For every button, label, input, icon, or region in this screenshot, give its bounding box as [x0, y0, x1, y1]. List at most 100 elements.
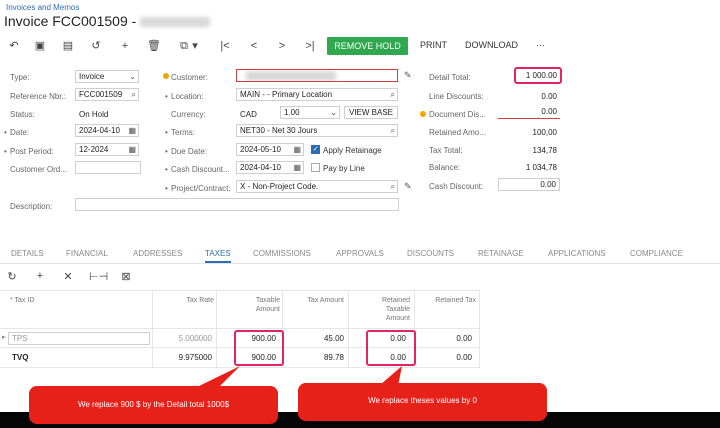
- grid-column-border: [152, 290, 153, 368]
- tab-details[interactable]: DETAILS: [11, 249, 44, 258]
- terms-input[interactable]: NET30 - Net 30 Jours ⌕: [236, 124, 398, 137]
- date-value: 2024-04-10: [79, 126, 120, 135]
- add-row-icon[interactable]: +: [33, 270, 47, 282]
- save-close-icon[interactable]: ▤: [60, 38, 76, 54]
- save-icon[interactable]: ▣: [32, 38, 48, 54]
- cash-discount-date-input[interactable]: 2024-04-10 ▦: [236, 161, 304, 174]
- delete-row-icon[interactable]: ✕: [61, 270, 75, 283]
- customer-order-label: Customer Ord...: [10, 165, 67, 174]
- location-value: MAIN - - Primary Location: [240, 90, 333, 99]
- pay-by-line-checkbox[interactable]: [311, 163, 320, 172]
- customer-name-blurred: [140, 17, 211, 28]
- col-header-tax-rate[interactable]: Tax Rate: [154, 296, 214, 305]
- tab-financial[interactable]: FINANCIAL: [66, 249, 108, 258]
- grid-row-border: [0, 367, 480, 368]
- tab-discounts[interactable]: DISCOUNTS: [407, 249, 454, 258]
- tab-retainage[interactable]: RETAINAGE: [478, 249, 524, 258]
- retained-amount-value: 100,00: [532, 128, 557, 137]
- warning-dot: [163, 73, 169, 79]
- chevron-down-icon: ⌄: [129, 72, 136, 81]
- search-icon[interactable]: ⌕: [391, 181, 395, 192]
- table-cell-retained-tax[interactable]: 0.00: [416, 334, 472, 343]
- retained-amount-label: Retained Amo...: [429, 128, 486, 137]
- taxable-amount-highlight: [234, 330, 284, 366]
- export-excel-icon[interactable]: ⊠: [119, 270, 133, 283]
- cash-discount-input[interactable]: 0.00: [498, 178, 560, 191]
- tab-taxes[interactable]: TAXES: [205, 249, 231, 263]
- table-cell-tax-amount[interactable]: 45.00: [284, 334, 344, 343]
- last-record-icon[interactable]: >|: [302, 38, 318, 54]
- type-select[interactable]: Invoice ⌄: [75, 70, 139, 83]
- table-cell-retained-tax[interactable]: 0.00: [416, 353, 472, 362]
- project-label: Project/Contract:: [165, 184, 231, 193]
- next-record-icon[interactable]: >: [274, 38, 290, 54]
- refresh-icon[interactable]: ↺: [88, 38, 104, 54]
- date-input[interactable]: 2024-04-10 ▦: [75, 124, 139, 137]
- grid-column-border: [348, 290, 349, 368]
- edit-icon[interactable]: ✎: [404, 181, 412, 192]
- calendar-icon[interactable]: ▦: [293, 162, 301, 173]
- undo-icon[interactable]: ↶: [6, 38, 22, 54]
- first-record-icon[interactable]: |<: [217, 38, 233, 54]
- currency-rate-select[interactable]: 1.00 ⌄: [280, 106, 340, 119]
- tab-applications[interactable]: APPLICATIONS: [548, 249, 606, 258]
- refresh-icon[interactable]: ↻: [5, 270, 19, 283]
- col-header-retained-tax[interactable]: Retained Tax: [416, 296, 476, 305]
- calendar-icon[interactable]: ▦: [128, 144, 136, 155]
- tab-compliance[interactable]: COMPLIANCE: [630, 249, 683, 258]
- col-header-taxable-amount[interactable]: Taxable Amount: [218, 296, 280, 314]
- search-icon[interactable]: ⌕: [391, 125, 395, 136]
- calendar-icon[interactable]: ▦: [293, 144, 301, 155]
- download-button[interactable]: DOWNLOAD: [465, 40, 518, 50]
- col-header-tax-id[interactable]: * Tax ID: [10, 296, 34, 305]
- due-date-input[interactable]: 2024-05-10 ▦: [236, 143, 304, 156]
- reference-label: Reference Nbr.:: [10, 92, 67, 101]
- toolbar: ↶ ▣ ▤ ↺ + 🗑 ⧉ ▾ |< < > >| REMOVE HOLD PR…: [0, 36, 720, 56]
- due-date-label: Due Date:: [165, 147, 207, 156]
- customer-input[interactable]: [236, 69, 398, 82]
- edit-icon[interactable]: ✎: [404, 70, 412, 81]
- remove-hold-button[interactable]: REMOVE HOLD: [327, 37, 408, 55]
- retained-taxable-highlight: [366, 330, 416, 366]
- table-cell-tax-rate[interactable]: 5.000000: [154, 334, 212, 343]
- search-icon[interactable]: ⌕: [391, 89, 395, 100]
- print-button[interactable]: PRINT: [420, 40, 447, 50]
- col-header-retained-taxable[interactable]: Retained Taxable Amount: [350, 296, 410, 323]
- customer-order-input[interactable]: [75, 161, 141, 174]
- project-input[interactable]: X - Non-Project Code. ⌕: [236, 180, 398, 193]
- detail-total-label: Detail Total:: [429, 73, 471, 82]
- tab-commissions[interactable]: COMMISSIONS: [253, 249, 311, 258]
- chevron-down-icon[interactable]: ▾: [190, 38, 200, 54]
- view-base-button[interactable]: VIEW BASE: [344, 106, 398, 119]
- apply-retainage-checkbox[interactable]: ✓: [311, 145, 320, 154]
- tab-approvals[interactable]: APPROVALS: [336, 249, 384, 258]
- col-header-tax-amount[interactable]: Tax Amount: [284, 296, 344, 305]
- previous-record-icon[interactable]: <: [246, 38, 262, 54]
- description-label: Description:: [10, 202, 53, 211]
- location-input[interactable]: MAIN - - Primary Location ⌕: [236, 88, 398, 101]
- more-menu-button[interactable]: ···: [536, 40, 545, 50]
- document-discount-input[interactable]: 0.00: [498, 106, 560, 119]
- table-cell-tax-id[interactable]: TVQ: [12, 353, 28, 362]
- post-period-label: Post Period:: [4, 147, 54, 156]
- fit-columns-icon[interactable]: ⊢⊣: [89, 270, 108, 283]
- breadcrumb[interactable]: Invoices and Memos: [6, 3, 79, 12]
- description-input[interactable]: [75, 198, 399, 211]
- table-row-tax-id-input[interactable]: TPS: [8, 332, 150, 345]
- col-header-line: Amount: [255, 306, 280, 313]
- add-icon[interactable]: +: [117, 38, 133, 54]
- table-cell-tax-rate[interactable]: 9.975000: [154, 353, 212, 362]
- status-value: On Hold: [79, 110, 109, 119]
- balance-label: Balance:: [429, 163, 461, 172]
- delete-icon[interactable]: 🗑: [146, 38, 162, 54]
- table-cell-tax-amount[interactable]: 89.78: [284, 353, 344, 362]
- tab-addresses[interactable]: ADDRESSES: [133, 249, 182, 258]
- line-discounts-label: Line Discounts:: [429, 92, 484, 101]
- location-label: Location:: [165, 92, 204, 101]
- post-period-input[interactable]: 12-2024 ▦: [75, 143, 139, 156]
- grid-border: [0, 290, 480, 291]
- grid-column-border: [479, 290, 480, 368]
- reference-input[interactable]: FCC001509 ⌕: [75, 88, 139, 101]
- search-icon[interactable]: ⌕: [132, 89, 136, 100]
- calendar-icon[interactable]: ▦: [128, 125, 136, 136]
